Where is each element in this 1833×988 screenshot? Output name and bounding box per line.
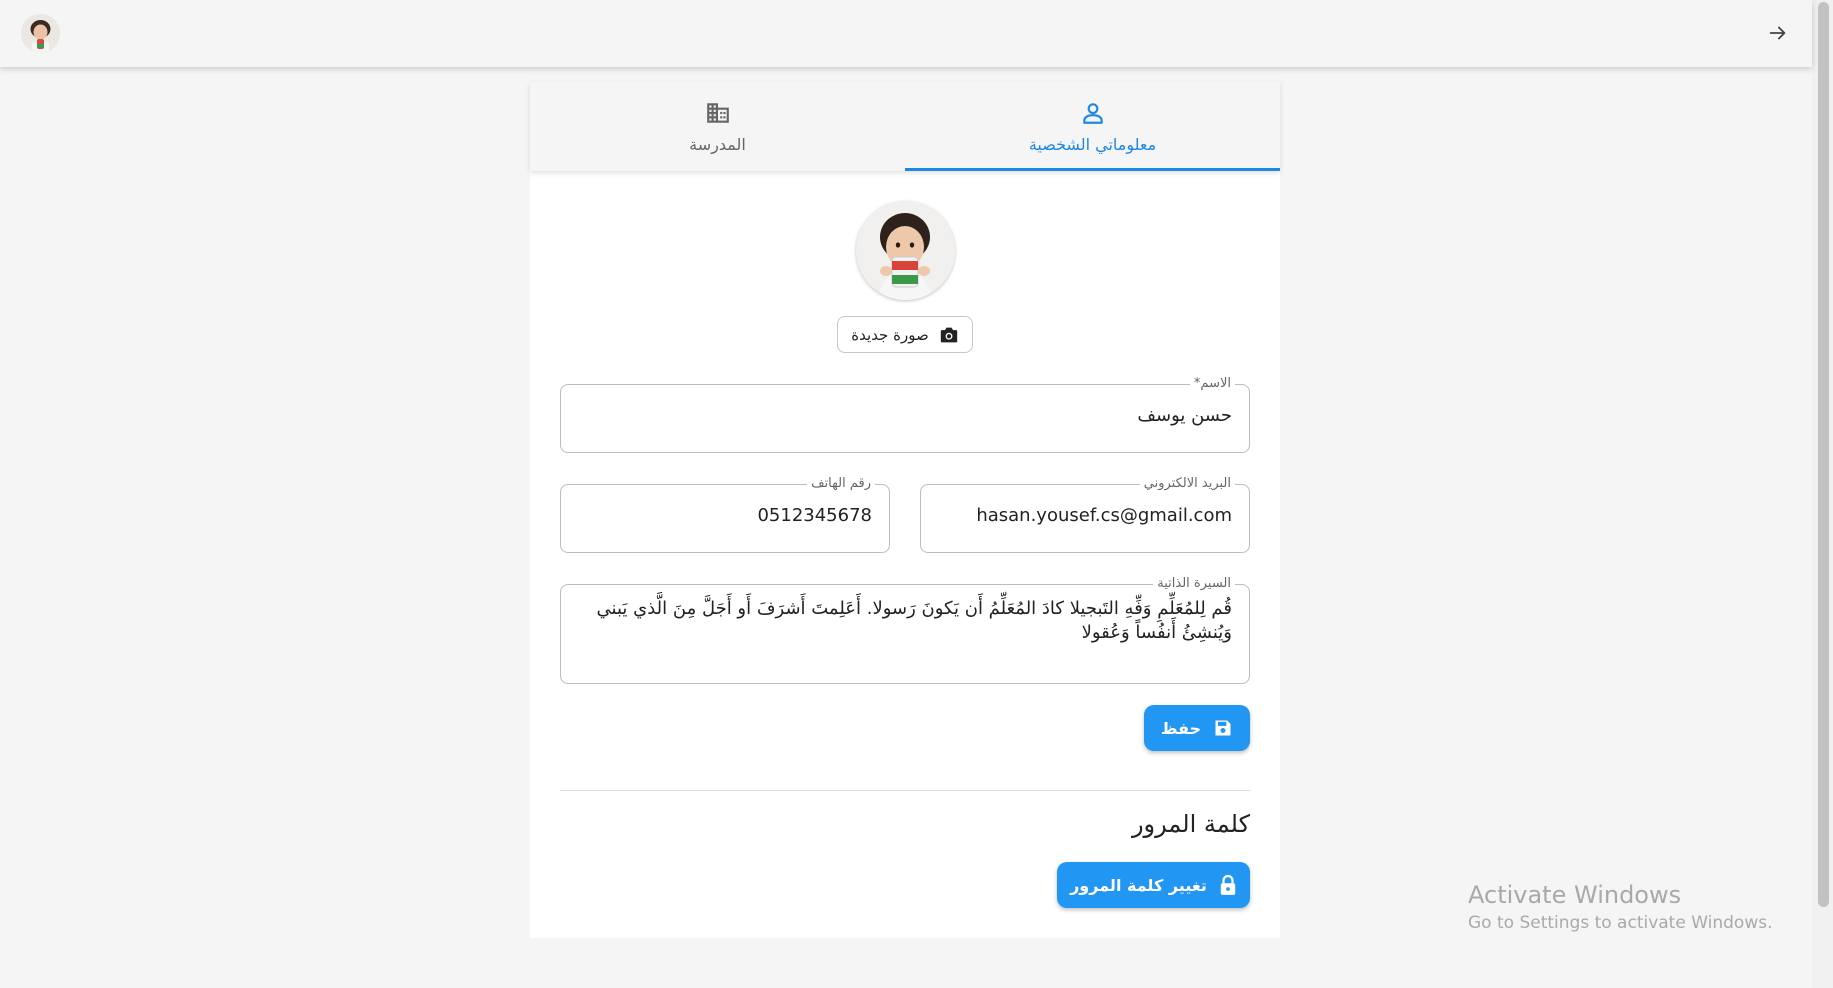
phone-value[interactable]: 0512345678 [578,503,872,529]
profile-card: معلوماتي الشخصية المدرسة صورة جديدة الاس… [530,82,1280,938]
phone-field[interactable]: رقم الهاتف 0512345678 [560,475,890,553]
password-section-title: كلمة المرور [1131,810,1250,838]
tab-label: المدرسة [689,135,746,154]
name-label: الاسم* [1189,375,1235,393]
save-label: حفظ [1160,718,1202,738]
bio-label: السيرة الذاتية [1153,575,1235,593]
section-divider [560,790,1250,791]
building-icon [705,99,731,127]
person-icon [1080,99,1106,127]
name-field[interactable]: الاسم* حسن يوسف [560,375,1250,453]
new-photo-button[interactable]: صورة جديدة [837,316,973,353]
watermark-subtitle: Go to Settings to activate Windows. [1468,913,1773,933]
page-scrollbar[interactable] [1812,0,1833,988]
arrow-right-icon [1769,26,1786,40]
user-avatar[interactable] [21,14,60,53]
change-password-button[interactable]: تغيير كلمة المرور [1057,862,1250,908]
tab-label: معلوماتي الشخصية [1028,135,1157,154]
tab-bar: معلوماتي الشخصية المدرسة [530,82,1280,171]
tab-school[interactable]: المدرسة [530,82,905,171]
email-field[interactable]: البريد الالكتروني hasan.yousef.cs@gmail.… [920,475,1250,553]
tab-personal-info[interactable]: معلوماتي الشخصية [905,82,1280,171]
bio-value[interactable]: قُم لِلمُعَلِّمِ وَفِّهِ التَبجيلا كادَ … [578,597,1232,645]
profile-photo [856,201,955,300]
email-value[interactable]: hasan.yousef.cs@gmail.com [938,503,1232,529]
email-label: البريد الالكتروني [1139,475,1235,493]
windows-activation-watermark: Activate Windows Go to Settings to activ… [1468,881,1773,933]
save-icon [1215,720,1231,736]
top-app-bar [0,0,1812,67]
scrollbar-thumb[interactable] [1818,2,1829,907]
lock-icon [1220,874,1236,895]
change-password-label: تغيير كلمة المرور [1070,875,1207,895]
name-value[interactable]: حسن يوسف [578,403,1232,429]
back-button[interactable] [1763,18,1793,48]
bio-field[interactable]: السيرة الذاتية قُم لِلمُعَلِّمِ وَفِّهِ … [560,575,1250,684]
new-photo-label: صورة جديدة [851,325,929,344]
camera-icon [940,327,957,342]
watermark-title: Activate Windows [1468,881,1682,909]
save-button[interactable]: حفظ [1144,705,1250,751]
phone-label: رقم الهاتف [807,475,875,493]
